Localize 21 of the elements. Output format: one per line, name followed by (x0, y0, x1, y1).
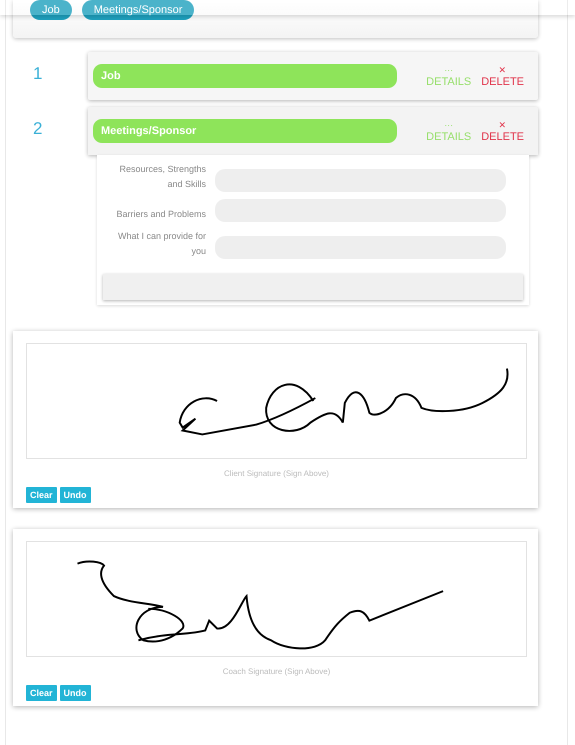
category-chip[interactable]: Meetings/Sponsor (82, 0, 194, 20)
item-label: Meetings/Sponsor (93, 119, 397, 143)
signature-caption: Coach Signature (Sign Above) (222, 667, 332, 676)
undo-button[interactable]: Undo (60, 487, 91, 503)
item-number: 2 (32, 118, 44, 139)
field-label: Barriers and Problems (115, 208, 206, 221)
delete-button[interactable]: ✕ DELETE (481, 119, 524, 143)
undo-button[interactable]: Undo (60, 685, 91, 701)
category-chip[interactable]: Job (30, 0, 72, 20)
signature-pad[interactable] (26, 343, 527, 459)
details-button[interactable]: ··· DETAILS (426, 64, 472, 88)
item-number: 1 (32, 63, 44, 84)
signature-caption: Client Signature (Sign Above) (223, 469, 330, 478)
delete-button[interactable]: ✕ DELETE (481, 64, 524, 88)
clear-button[interactable]: Clear (26, 685, 57, 701)
item-label: Job (93, 64, 397, 88)
details-button[interactable]: ··· DETAILS (426, 119, 472, 143)
clear-button[interactable]: Clear (26, 487, 57, 503)
signature-pad[interactable] (26, 541, 527, 657)
field-label: Resources, Strengths and Skills (118, 163, 206, 191)
field-label: What I can provide for you (116, 230, 206, 258)
